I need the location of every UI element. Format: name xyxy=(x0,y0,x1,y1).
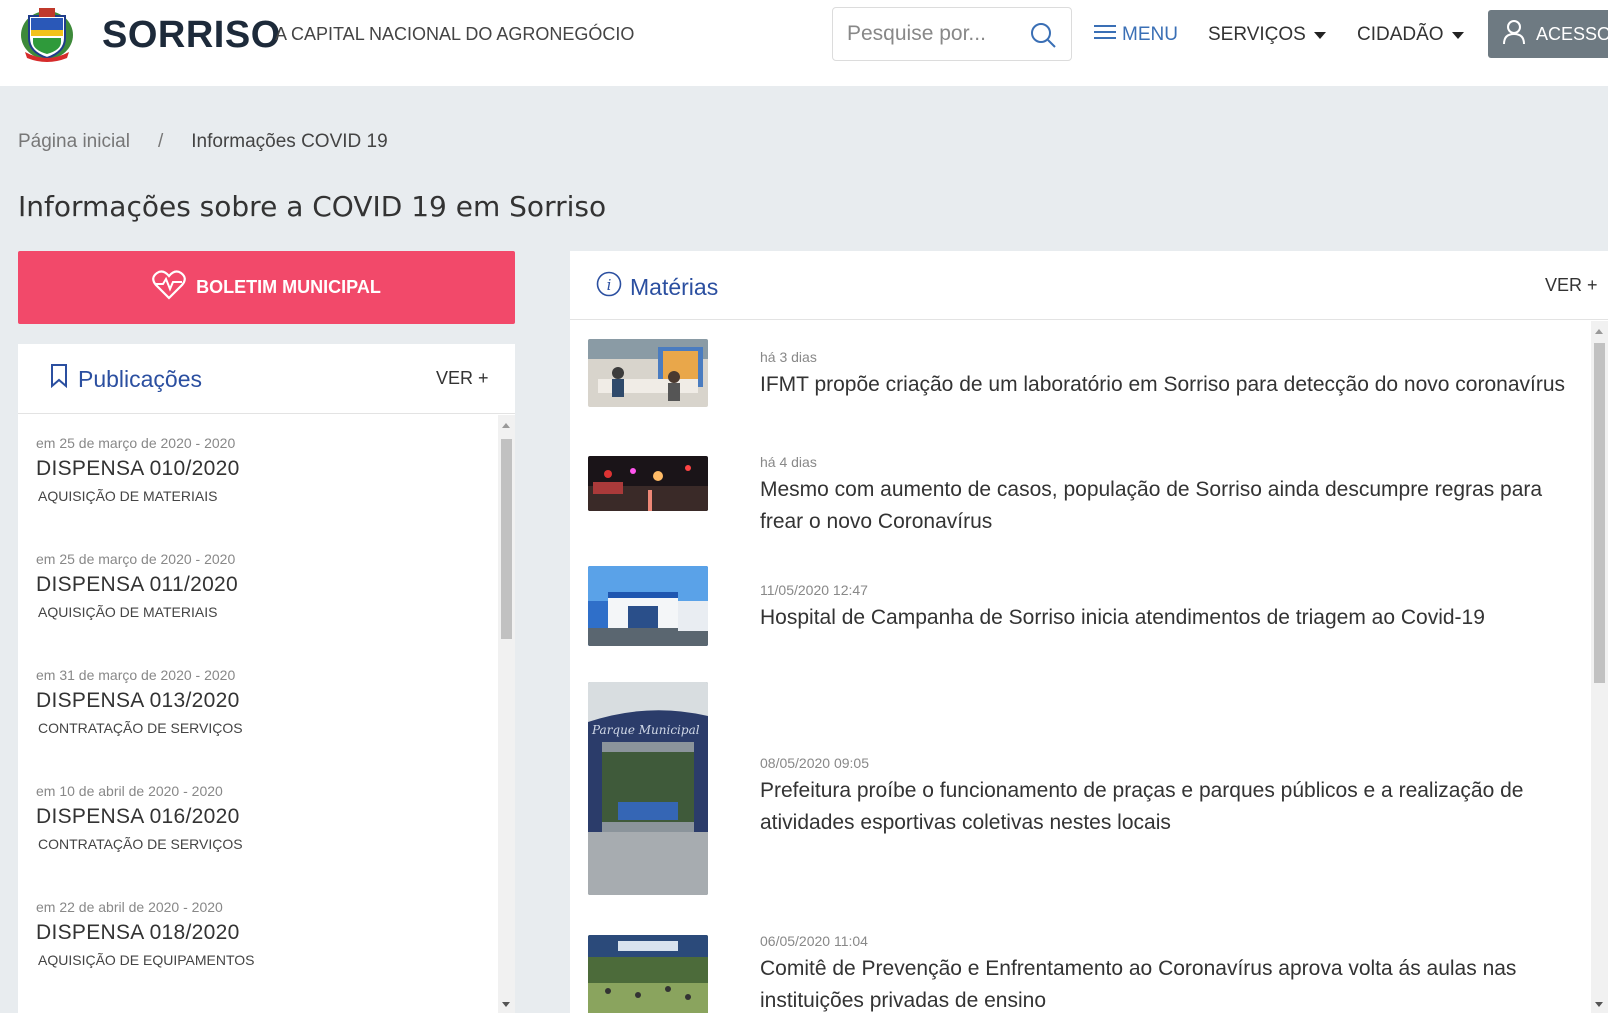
publicacao-date: em 25 de março de 2020 - 2020 xyxy=(36,551,236,567)
materias-list: há 3 dias IFMT propõe criação de um labo… xyxy=(570,321,1591,1013)
publicacoes-list: em 25 de março de 2020 - 2020 DISPENSA 0… xyxy=(18,415,498,1013)
materia-text: 06/05/2020 11:04 Comitê de Prevenção e E… xyxy=(760,933,1571,1013)
breadcrumb-home-link[interactable]: Página inicial xyxy=(18,131,130,153)
bookmark-icon xyxy=(50,364,68,394)
materias-scrollbar[interactable] xyxy=(1591,321,1608,1013)
boletim-municipal-button[interactable]: BOLETIM MUNICIPAL xyxy=(18,251,515,324)
materia-item[interactable]: Parque Municipal 08/05/2020 09:05 Prefei… xyxy=(588,682,1591,897)
publicacoes-title-label: Publicações xyxy=(78,365,203,392)
materia-headline[interactable]: Hospital de Campanha de Sorriso inicia a… xyxy=(760,602,1571,634)
brand-name[interactable]: SORRISO xyxy=(102,14,281,57)
scroll-down-arrow-icon[interactable] xyxy=(1595,1002,1603,1007)
publicacao-subject: AQUISIÇÃO DE EQUIPAMENTOS xyxy=(38,952,255,968)
publicacao-name[interactable]: DISPENSA 011/2020 xyxy=(36,573,238,597)
boletim-label: BOLETIM MUNICIPAL xyxy=(196,277,381,297)
menu-label: MENU xyxy=(1122,24,1178,45)
publicacao-date: em 31 de março de 2020 - 2020 xyxy=(36,667,236,683)
materia-text: 11/05/2020 12:47 Hospital de Campanha de… xyxy=(760,582,1571,634)
materias-header: i Matérias VER + xyxy=(570,251,1608,320)
publicacoes-header: Publicações VER + xyxy=(18,344,515,414)
materia-text: há 3 dias IFMT propõe criação de um labo… xyxy=(760,349,1571,401)
materia-thumbnail-meeting-photo[interactable] xyxy=(588,339,708,407)
hamburger-icon xyxy=(1094,23,1118,47)
publicacao-subject: AQUISIÇÃO DE MATERIAIS xyxy=(38,488,218,504)
nav-cidadao-label: CIDADÃO xyxy=(1357,24,1444,45)
nav-servicos-label: SERVIÇOS xyxy=(1208,24,1306,45)
breadcrumb-separator: / xyxy=(157,131,164,152)
materia-item[interactable]: 11/05/2020 12:47 Hospital de Campanha de… xyxy=(588,566,1591,646)
publicacao-item[interactable]: em 25 de março de 2020 - 2020 DISPENSA 0… xyxy=(36,435,240,504)
sorriso-coat-of-arms-logo[interactable] xyxy=(17,6,77,62)
scroll-up-arrow-icon[interactable] xyxy=(502,423,510,428)
materia-thumbnail-night-street-photo[interactable] xyxy=(588,456,708,511)
scroll-up-arrow-icon[interactable] xyxy=(1595,329,1603,334)
search-icon[interactable] xyxy=(1029,21,1057,49)
materias-ver-mais-link[interactable]: VER + xyxy=(1545,275,1598,296)
search-input[interactable] xyxy=(847,20,1017,48)
materia-thumbnail-school-photo[interactable] xyxy=(588,935,708,1013)
publicacao-date: em 25 de março de 2020 - 2020 xyxy=(36,435,236,451)
materia-item[interactable]: 06/05/2020 11:04 Comitê de Prevenção e E… xyxy=(588,933,1591,1013)
publicacao-item[interactable]: em 22 de abril de 2020 - 2020 DISPENSA 0… xyxy=(36,899,255,968)
user-icon xyxy=(1502,19,1526,50)
materia-date: 06/05/2020 11:04 xyxy=(760,933,868,949)
publicacao-subject: AQUISIÇÃO DE MATERIAIS xyxy=(38,604,218,620)
publicacao-name[interactable]: DISPENSA 013/2020 xyxy=(36,689,243,713)
materias-panel: i Matérias VER + há 3 dias IFMT propõe c… xyxy=(570,251,1608,1013)
scrollbar-thumb[interactable] xyxy=(501,439,512,639)
top-header: SORRISO A CAPITAL NACIONAL DO AGRONEGÓCI… xyxy=(0,0,1608,86)
publicacao-date: em 22 de abril de 2020 - 2020 xyxy=(36,899,223,915)
publicacao-item[interactable]: em 10 de abril de 2020 - 2020 DISPENSA 0… xyxy=(36,783,243,852)
materia-text: há 4 dias Mesmo com aumento de casos, po… xyxy=(760,454,1571,538)
breadcrumb: Página inicial / Informações COVID 19 xyxy=(18,131,388,153)
search-box xyxy=(832,7,1072,61)
menu-button[interactable]: MENU xyxy=(1094,22,1178,48)
materia-item[interactable]: há 3 dias IFMT propõe criação de um labo… xyxy=(588,339,1591,419)
materias-title: i Matérias xyxy=(596,271,718,303)
page-title: Informações sobre a COVID 19 em Sorriso xyxy=(18,190,607,223)
nav-cidadao-dropdown[interactable]: CIDADÃO xyxy=(1357,24,1464,46)
publicacoes-ver-mais-link[interactable]: VER + xyxy=(436,368,489,389)
materia-text: 08/05/2020 09:05 Prefeitura proíbe o fun… xyxy=(760,755,1571,839)
materia-thumbnail-park-photo[interactable]: Parque Municipal xyxy=(588,682,708,895)
scroll-down-arrow-icon[interactable] xyxy=(502,1002,510,1007)
materia-date: há 3 dias xyxy=(760,349,817,365)
materia-headline[interactable]: Comitê de Prevenção e Enfrentamento ao C… xyxy=(760,953,1571,1013)
park-sign-text: Parque Municipal xyxy=(591,723,700,737)
materia-headline[interactable]: Mesmo com aumento de casos, população de… xyxy=(760,474,1571,538)
brand-tagline: A CAPITAL NACIONAL DO AGRONEGÓCIO xyxy=(275,24,635,44)
materia-thumbnail-hospital-photo[interactable] xyxy=(588,566,708,646)
publicacao-name[interactable]: DISPENSA 018/2020 xyxy=(36,921,255,945)
materias-title-label: Matérias xyxy=(630,273,719,300)
materia-headline[interactable]: IFMT propõe criação de um laboratório em… xyxy=(760,369,1571,401)
materia-date: 11/05/2020 12:47 xyxy=(760,582,868,598)
publicacoes-panel: Publicações VER + em 25 de março de 2020… xyxy=(18,344,515,1013)
publicacao-date: em 10 de abril de 2020 - 2020 xyxy=(36,783,223,799)
caret-down-icon xyxy=(1451,31,1464,39)
publicacao-subject: CONTRATAÇÃO DE SERVIÇOS xyxy=(38,836,243,852)
materia-item[interactable]: há 4 dias Mesmo com aumento de casos, po… xyxy=(588,454,1591,533)
materia-date: há 4 dias xyxy=(760,454,817,470)
heartbeat-icon xyxy=(152,270,187,305)
publicacoes-title: Publicações xyxy=(50,364,202,394)
publicacoes-scrollbar[interactable] xyxy=(498,415,515,1013)
acesso-button[interactable]: ACESSO xyxy=(1488,10,1608,58)
breadcrumb-current: Informações COVID 19 xyxy=(191,131,388,152)
scrollbar-thumb[interactable] xyxy=(1594,343,1605,683)
publicacao-name[interactable]: DISPENSA 016/2020 xyxy=(36,805,243,829)
materia-headline[interactable]: Prefeitura proíbe o funcionamento de pra… xyxy=(760,775,1571,839)
svg-text:i: i xyxy=(607,276,612,294)
info-icon: i xyxy=(596,271,622,303)
publicacao-name[interactable]: DISPENSA 010/2020 xyxy=(36,457,240,481)
acesso-label: ACESSO xyxy=(1536,23,1608,44)
materia-date: 08/05/2020 09:05 xyxy=(760,755,869,771)
nav-servicos-dropdown[interactable]: SERVIÇOS xyxy=(1208,24,1326,46)
publicacao-subject: CONTRATAÇÃO DE SERVIÇOS xyxy=(38,720,243,736)
caret-down-icon xyxy=(1313,31,1326,39)
publicacao-item[interactable]: em 25 de março de 2020 - 2020 DISPENSA 0… xyxy=(36,551,238,620)
publicacao-item[interactable]: em 31 de março de 2020 - 2020 DISPENSA 0… xyxy=(36,667,243,736)
